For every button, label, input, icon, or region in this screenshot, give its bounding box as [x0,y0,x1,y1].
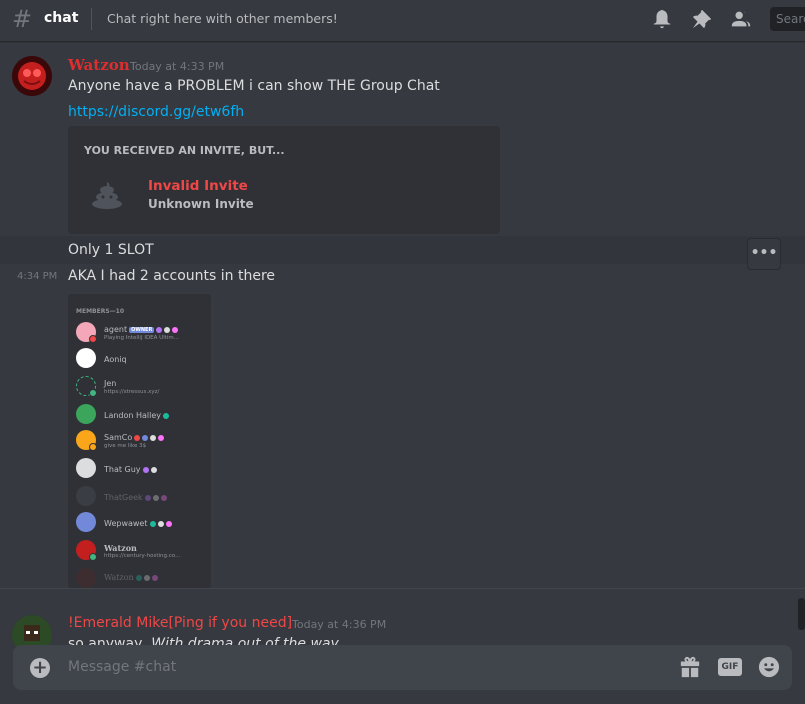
member-name: That Guy [104,465,157,474]
upload-plus-icon[interactable]: + [30,658,50,678]
member-list-header: MEMBERS—10 [76,308,125,315]
header-divider [91,8,92,30]
status-dot [89,389,97,397]
invite-link[interactable]: https://discord.gg/etw6fh [68,104,244,120]
message-text: AKA I had 2 accounts in there [68,268,276,284]
member-row: Jen https://stressus.xyz/ [76,376,208,398]
member-activity: give me like 3$ [104,443,147,449]
status-dot [89,443,97,451]
poop-icon [92,182,122,209]
message-timestamp: Today at 4:36 PM [292,618,387,631]
member-avatar [76,512,96,532]
message-text: Only 1 SLOT [68,242,154,258]
members-icon[interactable] [730,8,752,30]
member-avatar [76,486,96,506]
status-dot [89,335,97,343]
invite-header: YOU RECEIVED AN INVITE, BUT... [84,144,285,157]
member-row: agent OWNER Playing IntelliJ IDEA Ultim..… [76,322,208,344]
gif-button[interactable]: GIF [718,658,742,676]
member-name: SamCo [104,433,165,442]
avatar-image [12,56,52,96]
member-row: ThatGeek [76,486,208,508]
message-input[interactable]: Message #chat [68,659,176,675]
member-row: Watzon [76,568,208,588]
message-timestamp: 4:34 PM [17,271,58,282]
member-name: Landon Halley [104,411,170,420]
message-timestamp: Today at 4:33 PM [130,60,225,73]
bell-icon[interactable] [651,8,673,30]
member-name: ThatGeek [104,493,167,502]
pin-icon[interactable] [691,8,713,30]
invite-subtitle: Unknown Invite [148,197,254,211]
member-name: Watzon [104,543,137,553]
message-divider [0,588,805,589]
channel-header: # chat Chat right here with other member… [0,0,805,41]
emoji-icon[interactable] [758,656,780,678]
gift-icon[interactable] [679,656,701,678]
member-name: Aoniq [104,355,127,364]
scrollbar-thumb[interactable] [798,598,805,630]
channel-topic[interactable]: Chat right here with other members! [107,11,338,26]
search-input[interactable]: Search [770,7,805,31]
member-row: Wepwawet [76,512,208,534]
member-avatar [76,404,96,424]
member-name: agent OWNER [104,325,179,334]
member-row: Aoniq [76,348,208,370]
channel-hash-icon: # [12,5,33,33]
message-text: Anyone have a PROBLEM i can show THE Gro… [68,78,440,94]
status-dot [89,553,97,561]
member-row: Landon Halley [76,404,208,426]
member-row: Watzon https://century-hosting.co... [76,540,208,562]
channel-name: chat [44,10,79,26]
member-name: Jen [104,379,117,388]
member-avatar [76,568,96,588]
avatar[interactable] [12,56,52,96]
member-activity: https://stressus.xyz/ [104,389,160,395]
message-author[interactable]: Watzon [68,56,130,74]
message-composer: + Message #chat GIF [13,645,792,690]
more-options-button[interactable]: ••• [747,238,781,270]
member-avatar [76,348,96,368]
invite-embed: YOU RECEIVED AN INVITE, BUT... Invalid I… [68,126,500,234]
member-row: SamCo give me like 3$ [76,430,208,452]
member-activity: Playing IntelliJ IDEA Ultim... [104,335,180,341]
invite-title: Invalid Invite [148,178,248,194]
member-list-attachment[interactable]: MEMBERS—10 agent OWNER Playing IntelliJ I… [68,294,211,588]
member-name: Wepwawet [104,519,172,528]
member-row: That Guy [76,458,208,480]
member-activity: https://century-hosting.co... [104,553,181,559]
member-name: Watzon [104,573,158,582]
member-avatar [76,458,96,478]
message-author[interactable]: !Emerald Mike[Ping if you need] [68,615,292,631]
